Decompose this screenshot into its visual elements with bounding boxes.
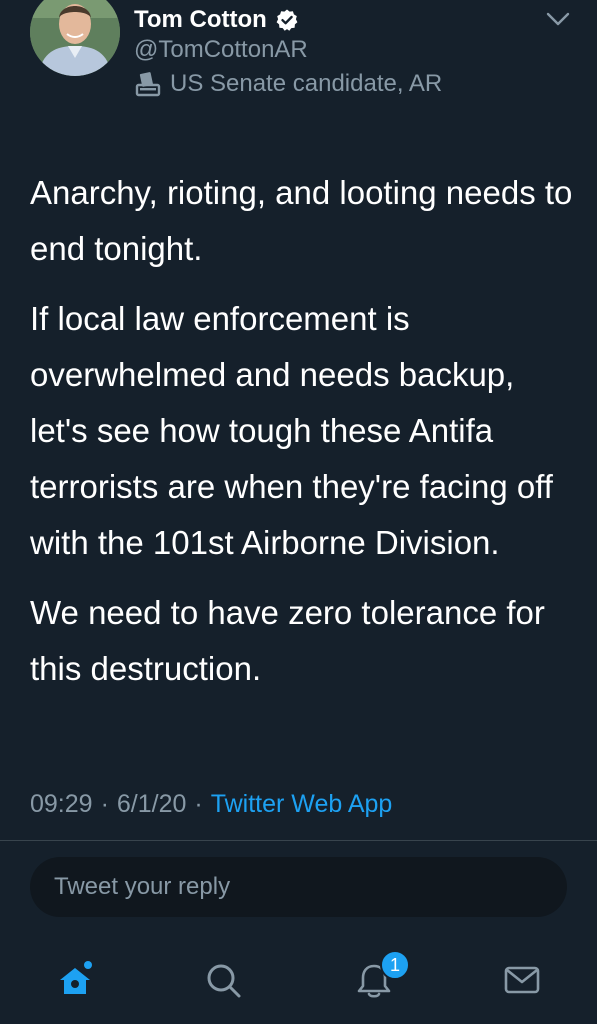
tab-home[interactable] [45,950,105,1010]
reply-input[interactable]: Tweet your reply [30,857,567,917]
tweet-date[interactable]: 6/1/20 [117,790,187,819]
avatar[interactable] [30,0,120,76]
tweet-time[interactable]: 09:29 [30,790,93,819]
tab-search[interactable] [193,950,253,1010]
search-icon [207,964,241,998]
chevron-down-icon[interactable] [544,8,572,30]
messages-icon [504,966,540,994]
tab-messages[interactable] [492,950,552,1010]
author-handle[interactable]: @TomCottonAR [134,36,308,64]
author-display-name[interactable]: Tom Cotton [134,6,267,34]
verified-badge-icon [276,9,298,31]
home-icon [60,961,92,994]
ballot-box-icon [135,72,161,97]
meta-separator: · [194,790,203,818]
author-name-row: Tom Cotton [134,4,299,36]
tweet-paragraph: We need to have zero tolerance for this … [30,594,545,687]
author-label-row: US Senate candidate, AR [134,70,442,98]
tweet-source-link[interactable]: Twitter Web App [211,790,393,819]
avatar-photo [30,0,120,76]
tweet-detail-screen: Tom Cotton @TomCottonAR US Senate candid… [0,0,597,1024]
tweet-paragraph: If local law enforcement is overwhelmed … [30,300,553,561]
tweet-text: Anarchy, rioting, and looting needs to e… [30,165,575,711]
reply-placeholder: Tweet your reply [54,873,231,900]
tweet-paragraph: Anarchy, rioting, and looting needs to e… [30,174,573,267]
tweet-meta: 09:29 · 6/1/20 · Twitter Web App [30,790,392,819]
meta-separator: · [100,790,109,818]
notification-count-badge: 1 [380,950,410,980]
divider [0,840,597,841]
author-label-text: US Senate candidate, AR [170,70,443,97]
bottom-tab-bar: 1 [0,940,597,1024]
